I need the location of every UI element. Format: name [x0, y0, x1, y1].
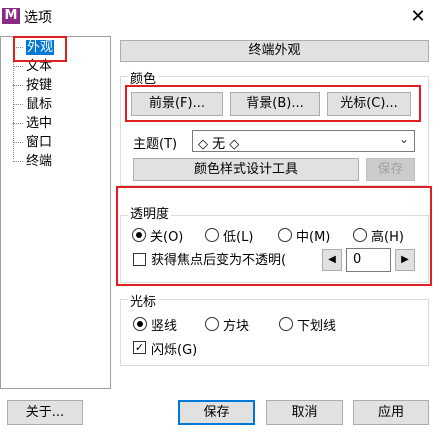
- blink-checkbox[interactable]: ✓: [133, 341, 146, 354]
- transparency-high-radio[interactable]: [353, 228, 367, 242]
- tree-item-label: 外观: [26, 40, 55, 55]
- theme-value: ◇ 无 ◇: [198, 137, 240, 152]
- transparency-group-label: 透明度: [128, 203, 172, 222]
- cursor-block-label: 方块: [223, 319, 250, 334]
- tree-item-label: 鼠标: [26, 97, 53, 112]
- tree-item-label: 文本: [26, 59, 53, 74]
- tree-item-label: 窗口: [26, 135, 53, 150]
- transparency-off-label: 关(O): [150, 230, 184, 245]
- blink-label: 闪烁(G): [151, 343, 198, 358]
- tree-item-text[interactable]: 文本: [13, 58, 52, 75]
- section-title: 终端外观: [120, 40, 429, 62]
- transparency-high-label: 高(H): [371, 230, 404, 245]
- tree-item-label: 终端: [26, 154, 53, 169]
- cursor-block-radio[interactable]: [205, 317, 219, 331]
- close-icon[interactable]: ✕: [404, 4, 432, 30]
- options-tree: 外观 文本 按键 鼠标 选中 窗口 终端: [0, 36, 111, 389]
- save-theme-button[interactable]: 保存: [366, 158, 415, 181]
- tree-item-label: 选中: [26, 116, 53, 131]
- cursor-underline-label: 下划线: [297, 319, 337, 334]
- spin-decrease-button[interactable]: ◀: [322, 249, 342, 271]
- title-bar: M 选项 ✕: [0, 0, 439, 34]
- foreground-button[interactable]: 前景(F)...: [131, 92, 223, 116]
- cancel-button[interactable]: 取消: [266, 400, 343, 425]
- cursor-underline-radio[interactable]: [279, 317, 293, 331]
- cursor-group-label: 光标: [128, 291, 159, 310]
- tree-item-label: 按键: [26, 78, 53, 93]
- focus-opaque-checkbox[interactable]: [133, 253, 146, 266]
- save-button[interactable]: 保存: [178, 400, 255, 425]
- cursor-vertical-bar-label: 竖线: [151, 319, 178, 334]
- color-scheme-tool-button[interactable]: 颜色样式设计工具: [133, 158, 359, 181]
- transparency-off-radio[interactable]: [132, 228, 146, 242]
- transparency-medium-label: 中(M): [296, 230, 331, 245]
- tree-item-appearance[interactable]: 外观: [13, 39, 55, 56]
- apply-button[interactable]: 应用: [353, 400, 429, 425]
- about-button[interactable]: 关于...: [7, 400, 83, 425]
- tree-item-mouse[interactable]: 鼠标: [13, 96, 52, 113]
- background-button[interactable]: 背景(B)...: [230, 92, 320, 116]
- transparency-low-label: 低(L): [223, 230, 254, 245]
- transparency-medium-radio[interactable]: [278, 228, 292, 242]
- cursor-color-button[interactable]: 光标(C)...: [327, 92, 411, 116]
- transparency-low-radio[interactable]: [205, 228, 219, 242]
- spin-increase-button[interactable]: ▶: [395, 249, 415, 271]
- app-logo-icon: M: [2, 8, 20, 24]
- tree-item-keys[interactable]: 按键: [13, 77, 52, 94]
- cursor-vertical-bar-radio[interactable]: [133, 317, 147, 331]
- tree-item-terminal[interactable]: 终端: [13, 153, 52, 170]
- theme-label: 主题(T): [133, 137, 178, 152]
- chevron-down-icon: ⌄: [398, 132, 409, 146]
- window-title: 选项: [24, 10, 52, 26]
- color-group-label: 颜色: [128, 68, 159, 87]
- transparency-value-input[interactable]: 0: [346, 248, 391, 272]
- tree-item-selection[interactable]: 选中: [13, 115, 52, 132]
- focus-opaque-label: 获得焦点后变为不透明(: [151, 253, 287, 268]
- theme-select[interactable]: ◇ 无 ◇ ⌄: [192, 130, 415, 152]
- tree-item-window[interactable]: 窗口: [13, 134, 52, 151]
